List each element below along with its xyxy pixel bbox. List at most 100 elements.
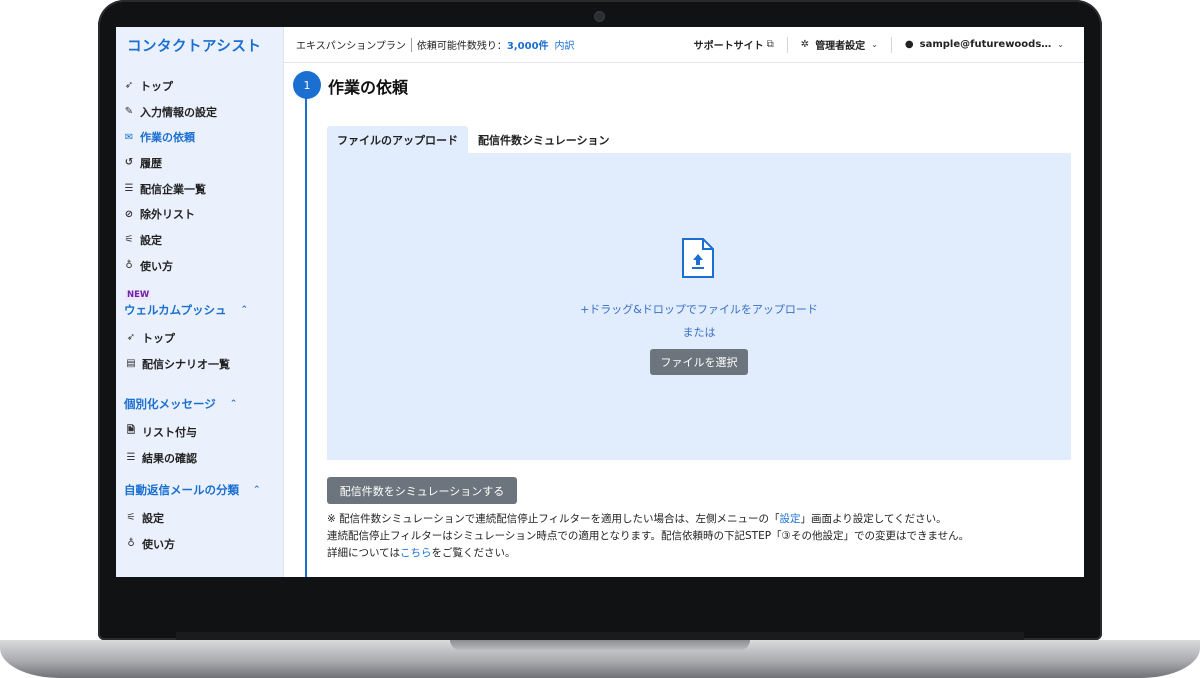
sidebar-item-work-request[interactable]: ✉ 作業の依頼 [116,124,284,150]
sidebar-item-label: 設定 [140,233,162,247]
page-title: 作業の依頼 [328,78,409,97]
step-line [305,77,307,577]
main-content: 1 作業の依頼 ファイルのアップロード 配信件数シミュレーション +ドラッグ&ド… [284,63,1084,577]
chevron-up-icon: ⌃ [253,485,261,495]
sidebar-item-label: リスト付与 [142,425,197,439]
chevron-down-icon: ⌄ [1057,40,1064,49]
list-alt-icon: ▤ [126,358,136,370]
note-line-3: 詳細についてはこちらをご覧ください。 [327,545,969,562]
section-welcome-push[interactable]: ウェルカムプッシュ ⌃ [124,302,248,318]
section-title: 個別化メッセージ [124,397,216,411]
sidebar: コンタクトアシスト ➶ トップ ✎ 入力情報の設定 ✉ 作業の依頼 ↺ 履歴 ☰… [116,27,284,577]
admin-settings-menu[interactable]: 管理者設定 [815,37,865,52]
step-number: 1 [293,71,321,99]
envelope-icon: ✉ [124,131,134,143]
main-nav: ➶ トップ ✎ 入力情報の設定 ✉ 作業の依頼 ↺ 履歴 ☰ 配信企業一覧 ⊘ … [116,73,284,279]
sidebar-item-scenario-list[interactable]: ▤ 配信シナリオ一覧 [116,351,284,377]
chevron-up-icon: ⌃ [240,305,249,315]
new-badge: NEW [125,290,152,300]
sidebar-item-label: 作業の依頼 [140,131,195,145]
sidebar-item-label: 設定 [142,511,164,525]
sliders-icon: ⚟ [126,512,136,524]
file-icon: 🗎 [126,425,136,437]
file-dropzone[interactable]: +ドラッグ&ドロップでファイルをアップロード または ファイルを選択 [327,153,1071,460]
edit-icon: ✎ [124,106,134,118]
section-title: ウェルカムプッシュ [124,303,227,317]
laptop-notch [450,640,750,650]
paper-plane-icon: ➶ [124,80,134,92]
sidebar-item-input-settings[interactable]: ✎ 入力情報の設定 [116,99,284,125]
sidebar-item-companies[interactable]: ☰ 配信企業一覧 [116,176,284,202]
sidebar-item-welcome-top[interactable]: ➶ トップ [116,325,284,351]
note-text: 」画面より設定してください。 [800,513,947,525]
sidebar-item-label: 配信企業一覧 [140,182,206,196]
select-file-button[interactable]: ファイルを選択 [650,349,748,375]
sidebar-item-history[interactable]: ↺ 履歴 [116,150,284,176]
sidebar-item-results[interactable]: ☰ 結果の確認 [116,445,284,471]
sidebar-item-label: トップ [140,79,173,93]
plan-name: エキスパンションプラン [296,41,406,52]
sidebar-item-label: 結果の確認 [142,451,197,465]
sidebar-item-exclusion-list[interactable]: ⊘ 除外リスト [116,201,284,227]
user-menu[interactable]: sample@futurewoods… [920,39,1052,50]
details-link[interactable]: こちら [400,547,432,559]
or-text: または [682,326,716,339]
paper-plane-icon: ➶ [126,332,136,344]
auto-reply-nav: ⚟ 設定 ♁ 使い方 [116,505,284,556]
gear-icon: ✲ [800,39,810,50]
settings-link[interactable]: 設定 [780,513,801,525]
sidebar-item-top[interactable]: ➶ トップ [116,73,284,99]
external-link-icon: ⧉ [766,39,774,50]
welcome-push-nav: ➶ トップ ▤ 配信シナリオ一覧 [116,325,284,376]
tab-file-upload[interactable]: ファイルのアップロード [327,126,468,153]
note-text: をご覧ください。 [431,547,516,559]
lightbulb-icon: ♁ [125,260,133,272]
header-right: サポートサイト ⧉ ✲ 管理者設定 ⌄ ● sample@futurewoods… [694,36,1084,53]
brand-logo[interactable]: コンタクトアシスト [127,35,261,56]
sidebar-item-how-to[interactable]: ♁ 使い方 [116,253,284,279]
tab-simulation[interactable]: 配信件数シミュレーション [468,126,620,153]
note-line-2: 連続配信停止フィルターはシミュレーション時点での適用となります。配信依頼時の下記… [327,530,970,542]
section-title: 自動返信メールの分類 [124,483,239,497]
sidebar-item-auto-reply-settings[interactable]: ⚟ 設定 [116,505,284,531]
sidebar-item-label: 履歴 [140,156,162,170]
personal-message-nav: 🗎 リスト付与 ☰ 結果の確認 [116,419,284,470]
sliders-icon: ⚟ [124,234,134,246]
lightbulb-icon: ♁ [127,538,135,550]
sidebar-item-label: 除外リスト [140,208,195,222]
divider [786,36,788,53]
section-personal-message[interactable]: 個別化メッセージ ⌃ [124,396,237,412]
drag-drop-text: +ドラッグ&ドロップでファイルをアップロード [580,303,818,316]
divider [890,36,892,53]
chevron-up-icon: ⌃ [229,399,238,409]
top-header: エキスパンションプラン 依頼可能件数残り： 3,000件 内訳 サポートサイト … [284,27,1084,63]
sidebar-item-label: 入力情報の設定 [140,105,217,119]
sidebar-item-label: トップ [142,331,175,345]
sidebar-item-list-assign[interactable]: 🗎 リスト付与 [116,419,284,445]
remaining-count: 3,000件 [506,41,549,52]
app-screen: コンタクトアシスト ➶ トップ ✎ 入力情報の設定 ✉ 作業の依頼 ↺ 履歴 ☰… [116,27,1084,577]
chevron-down-icon: ⌄ [871,40,878,49]
list-icon: ☰ [126,452,136,464]
notes: ※ 配信件数シミュレーションで連続配信停止フィルターを適用したい場合は、左側メニ… [327,511,969,562]
divider [410,37,412,52]
note-text: 詳細については [327,547,400,559]
remaining-label: 依頼可能件数残り： [416,41,507,52]
ban-icon: ⊘ [124,208,134,220]
sidebar-item-label: 使い方 [142,537,175,551]
list-icon: ☰ [124,183,134,195]
note-text: ※ 配信件数シミュレーションで連続配信停止フィルターを適用したい場合は、左側メニ… [327,513,780,525]
file-upload-icon [682,238,714,278]
user-icon: ● [904,39,914,50]
webcam [595,12,604,21]
section-auto-reply[interactable]: 自動返信メールの分類 ⌃ [124,482,261,498]
note-line-1: ※ 配信件数シミュレーションで連続配信停止フィルターを適用したい場合は、左側メニ… [327,511,969,528]
sidebar-item-label: 使い方 [140,259,173,273]
breakdown-link[interactable]: 内訳 [555,37,575,52]
sidebar-item-settings[interactable]: ⚟ 設定 [116,227,284,253]
sidebar-item-auto-reply-how-to[interactable]: ♁ 使い方 [116,531,284,557]
history-icon: ↺ [124,157,134,169]
simulate-button[interactable]: 配信件数をシミュレーションする [327,477,517,504]
tab-bar: ファイルのアップロード 配信件数シミュレーション [327,126,620,153]
support-site-link[interactable]: サポートサイト [694,37,764,52]
